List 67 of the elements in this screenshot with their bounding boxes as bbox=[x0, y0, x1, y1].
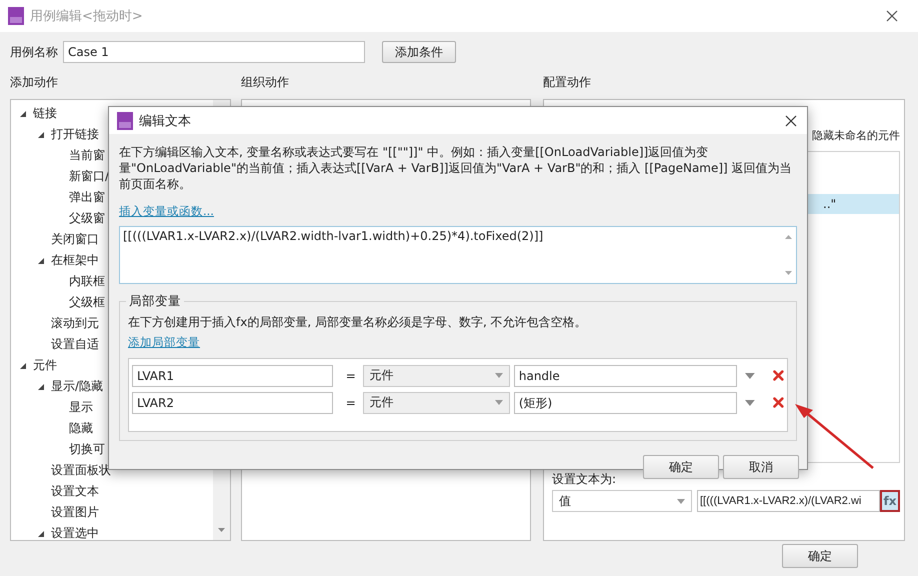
delete-icon[interactable] bbox=[773, 397, 784, 408]
app-logo-icon bbox=[8, 7, 24, 25]
dropdown-caret-icon[interactable] bbox=[494, 400, 503, 405]
confirm-button[interactable]: 确定 bbox=[643, 455, 719, 479]
dropdown-caret-icon[interactable] bbox=[677, 498, 685, 504]
tree-item[interactable]: 设置图片 bbox=[51, 504, 99, 521]
case-name-field[interactable]: Case 1 bbox=[63, 41, 365, 63]
dialog-title: 编辑文本 bbox=[139, 112, 192, 130]
expand-triangle-icon[interactable] bbox=[19, 362, 27, 370]
scroll-down-icon[interactable] bbox=[218, 528, 225, 532]
add-condition-button[interactable]: 添加条件 bbox=[382, 41, 456, 63]
tree-item[interactable]: 切换可 bbox=[69, 441, 105, 458]
hint-text: 在下方创建用于插入fx的局部变量, 局部变量名称必须是字母、数字, 不允许包含空格。 bbox=[128, 314, 588, 331]
variable-type-dropdown[interactable]: 元件 bbox=[362, 392, 510, 414]
variable-type-dropdown[interactable]: 元件 bbox=[362, 364, 510, 386]
tree-item[interactable]: 打开链接 bbox=[51, 126, 99, 143]
cancel-button[interactable]: 取消 bbox=[723, 455, 799, 479]
insert-variable-link[interactable]: 插入变量或函数... bbox=[119, 204, 214, 219]
ok-button[interactable]: 确定 bbox=[782, 544, 858, 568]
dropdown-caret-icon[interactable] bbox=[745, 372, 756, 378]
dropdown-caret-icon[interactable] bbox=[745, 400, 756, 406]
value-field[interactable]: [[(((LVAR1.x-LVAR2.x)/(LVAR2.wi bbox=[697, 490, 880, 512]
tree-item[interactable]: 内联框 bbox=[69, 273, 105, 290]
tree-item[interactable]: 在框架中 bbox=[51, 252, 99, 269]
tree-item[interactable]: 设置文本 bbox=[51, 483, 99, 500]
section-title: 添加动作 bbox=[10, 74, 59, 91]
variable-name-field[interactable]: LVAR1 bbox=[132, 364, 334, 386]
close-icon[interactable] bbox=[785, 114, 797, 126]
group-title: 局部变量 bbox=[126, 293, 184, 310]
tree-item[interactable]: 父级框 bbox=[69, 294, 105, 311]
add-variable-link[interactable]: 添加局部变量 bbox=[128, 335, 200, 350]
tree-item[interactable]: 设置选中 bbox=[51, 525, 99, 540]
close-icon[interactable] bbox=[886, 10, 898, 22]
expand-triangle-icon[interactable] bbox=[37, 130, 45, 138]
tree-item[interactable]: 弹出窗 bbox=[69, 189, 105, 206]
delete-icon[interactable] bbox=[773, 370, 784, 381]
tree-item[interactable]: 链接 bbox=[33, 105, 57, 122]
app-logo-icon bbox=[117, 112, 133, 130]
tree-item[interactable]: 显示/隐藏 bbox=[51, 378, 104, 395]
dropdown-caret-icon[interactable] bbox=[494, 373, 503, 378]
expand-triangle-icon[interactable] bbox=[37, 382, 45, 390]
expand-triangle-icon[interactable] bbox=[37, 256, 45, 264]
tree-item[interactable]: 显示 bbox=[69, 399, 93, 416]
tree-item[interactable]: 当前窗 bbox=[69, 147, 105, 164]
case-name-label: 用例名称 bbox=[10, 44, 58, 60]
equals-sign: = bbox=[344, 368, 357, 382]
tree-item[interactable]: 元件 bbox=[33, 357, 57, 374]
tree-item[interactable]: 隐藏 bbox=[69, 420, 93, 437]
expand-triangle-icon[interactable] bbox=[19, 110, 27, 118]
fx-button[interactable]: fx bbox=[880, 490, 900, 512]
target-widget-field[interactable]: handle bbox=[514, 364, 738, 386]
tree-item[interactable]: 父级窗 bbox=[69, 210, 105, 227]
tree-item[interactable]: 滚动到元 bbox=[51, 315, 99, 332]
hide-unnamed-label: 隐藏未命名的元件 bbox=[812, 128, 900, 143]
section-title: 配置动作 bbox=[543, 74, 592, 91]
expression-field[interactable]: [[(((LVAR1.x-LVAR2.x)/(LVAR2.width-lvar1.width)+0.25)*4).toFixed(2)]] bbox=[119, 226, 797, 284]
instructions-text: 在下方编辑区输入文本, 变量名称或表达式要写在 "[[""]]" 中。例如：插入变量[[OnLoadVariable]]返回值为变量"OnLoadVariable"的当前值；插入表达式[[VarA + VarB]]返回值为"VarA + VarB"的和；插入 [[PageName]] 返回值为当前页面名称。 bbox=[119, 144, 793, 192]
value-type-dropdown[interactable]: 值 bbox=[552, 490, 692, 512]
tree-item[interactable]: 设置自适 bbox=[51, 336, 99, 353]
window-title: 用例编辑<拖动时> bbox=[30, 8, 144, 25]
expand-triangle-icon[interactable] bbox=[37, 530, 45, 538]
variable-name-field[interactable]: LVAR2 bbox=[132, 392, 334, 414]
set-text-label: 设置文本为: bbox=[552, 471, 618, 488]
equals-sign: = bbox=[344, 396, 357, 410]
target-widget-field[interactable]: (矩形) bbox=[514, 392, 738, 414]
tree-item[interactable]: 关闭窗口 bbox=[51, 231, 99, 248]
section-title: 组织动作 bbox=[241, 74, 290, 91]
